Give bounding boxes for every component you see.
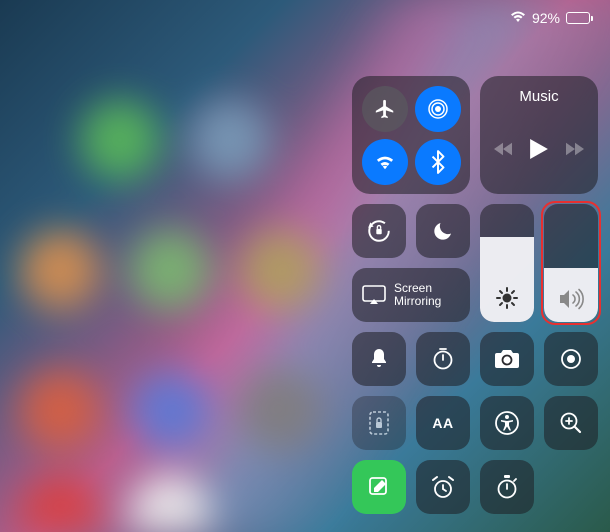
stopwatch-icon: [495, 474, 519, 500]
accessibility-button[interactable]: [480, 396, 534, 450]
rotation-lock-icon: [366, 218, 392, 244]
alarm-clock-icon: [430, 475, 456, 499]
magnifier-button[interactable]: [544, 396, 598, 450]
play-button[interactable]: [530, 139, 548, 164]
guided-access-icon: [368, 410, 390, 436]
record-icon: [559, 347, 583, 371]
volume-slider[interactable]: [544, 204, 598, 322]
connectivity-group: [352, 76, 470, 194]
airplane-icon: [374, 98, 396, 120]
stopwatch-button[interactable]: [480, 460, 534, 514]
text-size-button[interactable]: AA: [416, 396, 470, 450]
airdrop-toggle[interactable]: [415, 86, 461, 132]
guided-access-button[interactable]: [352, 396, 406, 450]
rotation-lock-toggle[interactable]: [352, 204, 406, 258]
moon-icon: [431, 219, 455, 243]
camera-button[interactable]: [480, 332, 534, 386]
bluetooth-icon: [430, 150, 446, 174]
music-title: Music: [490, 88, 588, 105]
screen-record-button[interactable]: [544, 332, 598, 386]
next-track-button[interactable]: [566, 142, 584, 161]
do-not-disturb-toggle[interactable]: [416, 204, 470, 258]
wifi-status-icon: [510, 11, 526, 26]
brightness-icon: [495, 286, 519, 310]
bell-icon: [368, 347, 390, 371]
brightness-slider[interactable]: [480, 204, 534, 322]
battery-icon: [566, 12, 590, 24]
camera-icon: [494, 348, 520, 370]
previous-track-button[interactable]: [494, 142, 512, 161]
magnifier-plus-icon: [559, 411, 583, 435]
accessibility-icon: [494, 410, 520, 436]
battery-percent-label: 92%: [532, 10, 560, 26]
screen-mirroring-label: ScreenMirroring: [394, 282, 441, 308]
screen-mirroring-button[interactable]: ScreenMirroring: [352, 268, 470, 322]
wifi-toggle[interactable]: [362, 139, 408, 185]
bluetooth-toggle[interactable]: [415, 139, 461, 185]
timer-button[interactable]: [416, 332, 470, 386]
timer-icon: [431, 347, 455, 371]
status-bar: 92%: [510, 10, 590, 26]
compose-icon: [368, 476, 390, 498]
notes-button[interactable]: [352, 460, 406, 514]
music-widget[interactable]: Music: [480, 76, 598, 194]
silent-mode-toggle[interactable]: [352, 332, 406, 386]
alarm-button[interactable]: [416, 460, 470, 514]
volume-icon: [558, 288, 584, 310]
music-controls: [490, 139, 588, 182]
text-size-label: AA: [432, 415, 453, 431]
control-center: Music: [352, 76, 598, 524]
airplane-mode-toggle[interactable]: [362, 86, 408, 132]
airdrop-icon: [426, 97, 450, 121]
screen-mirror-icon: [362, 285, 386, 305]
wifi-icon: [374, 153, 396, 171]
